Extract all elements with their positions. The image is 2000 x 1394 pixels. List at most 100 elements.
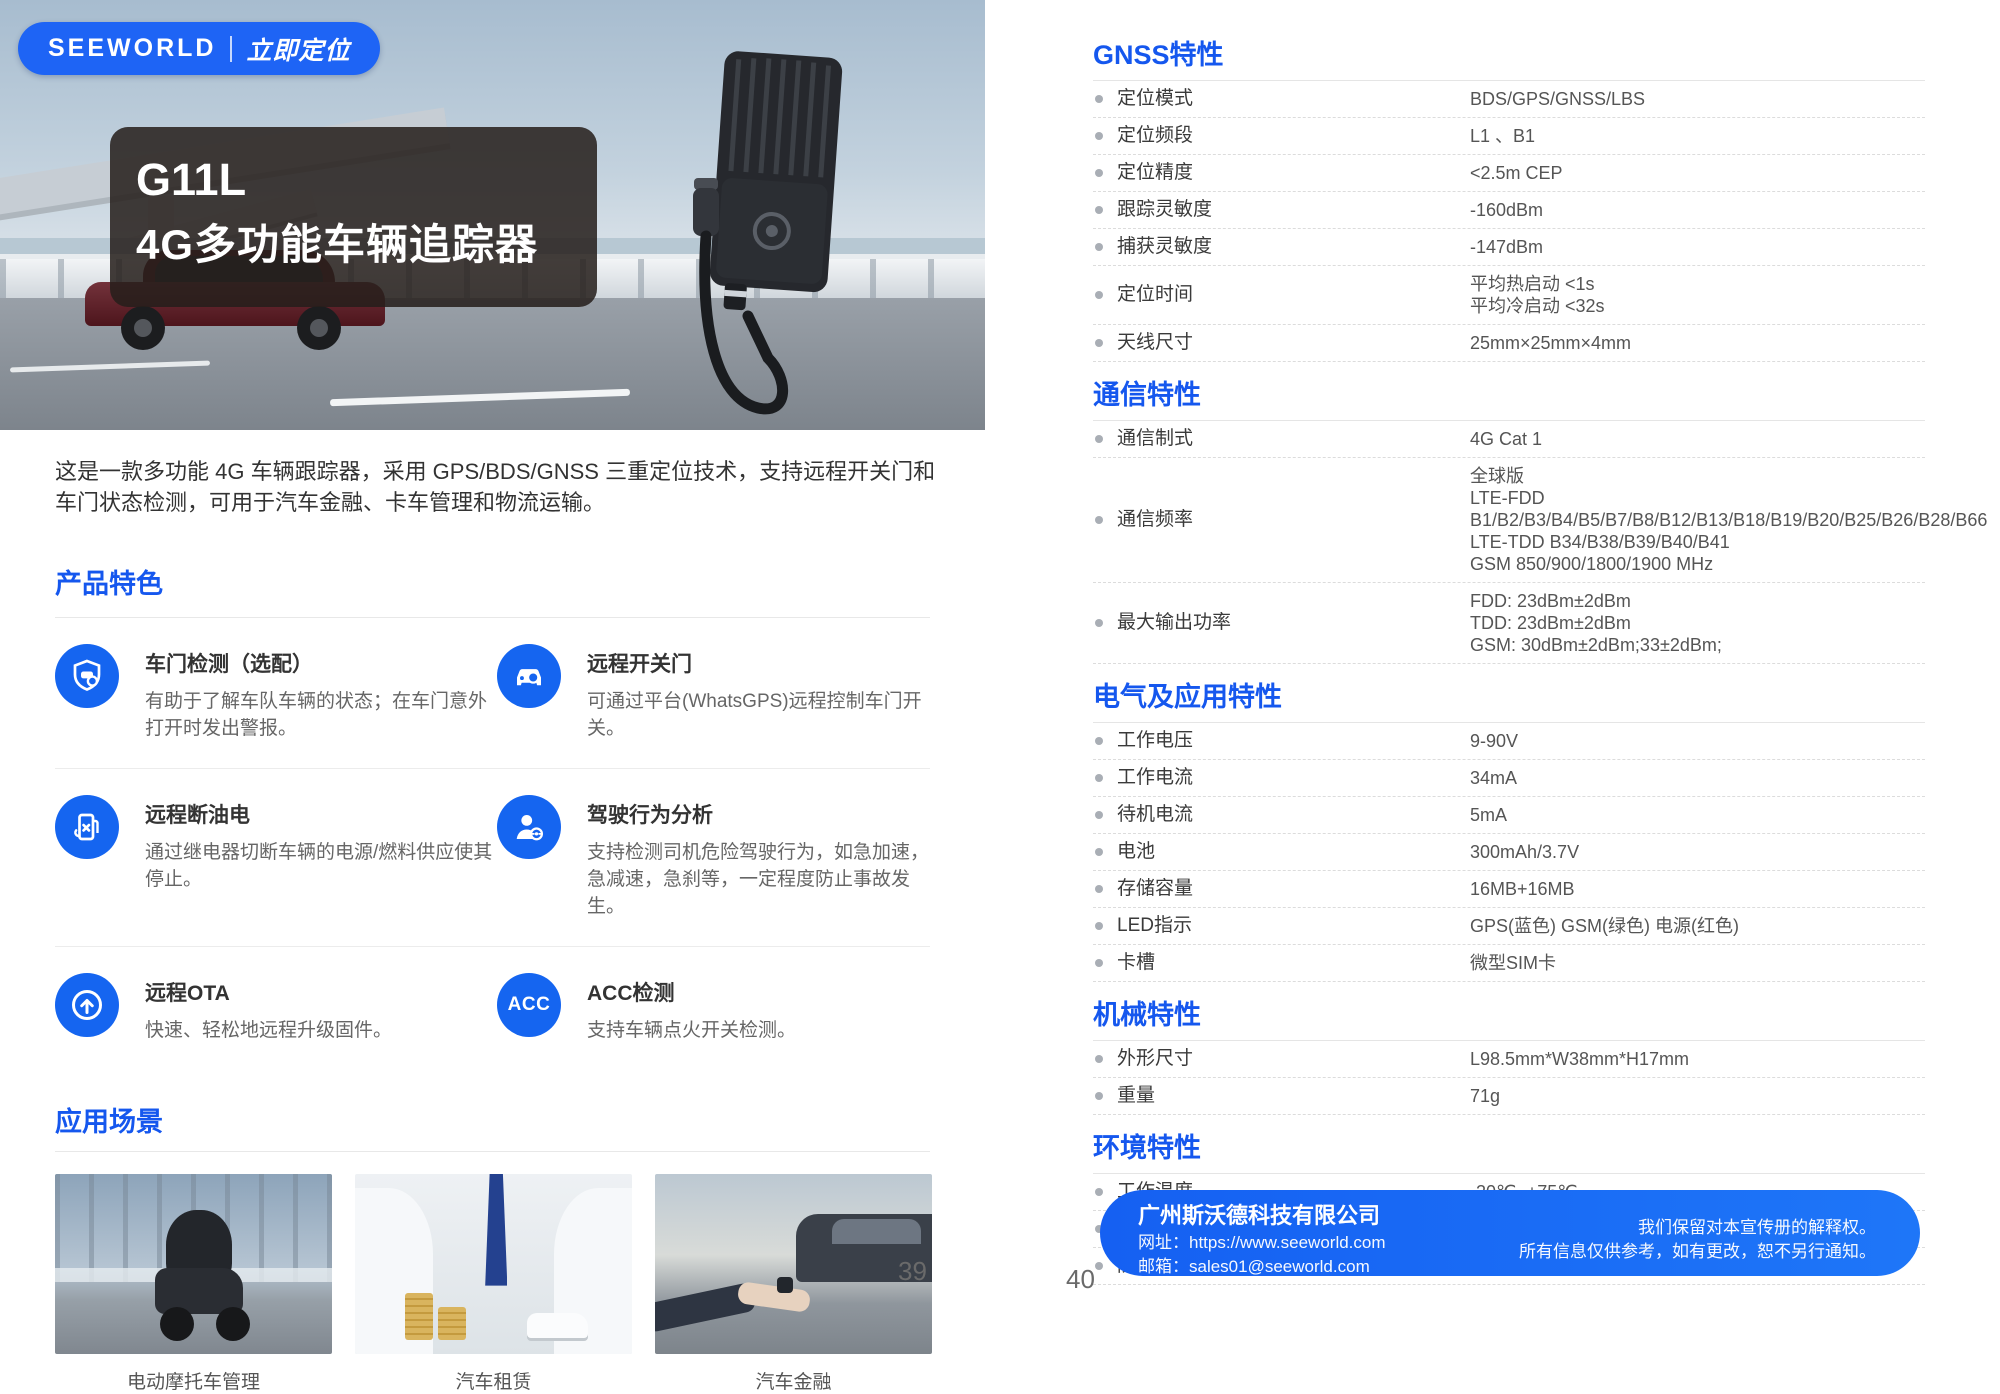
spec-label: 重量	[1117, 1085, 1470, 1107]
spec-row: 待机电流5mA	[1093, 797, 1925, 834]
spec-rows: 外形尺寸L98.5mm*W38mm*H17mm 重量71g	[1093, 1040, 1925, 1115]
bullet-icon	[1095, 1188, 1103, 1196]
feature-text: 远程OTA 快速、轻松地远程升级固件。	[145, 973, 392, 1044]
spec-value: GPS(蓝色) GSM(绿色) 电源(红色)	[1470, 915, 1925, 937]
scenario-image-motorcycle	[55, 1174, 332, 1354]
lane-marking	[10, 361, 210, 373]
spec-value: 16MB+16MB	[1470, 878, 1925, 900]
feature-item: 车门检测（选配） 有助于了解车队车辆的状态；在车门意外打开时发出警报。	[55, 644, 497, 742]
email-link[interactable]: sales01@seeworld.com	[1189, 1257, 1370, 1276]
spec-value: BDS/GPS/GNSS/LBS	[1470, 88, 1925, 110]
page-number-left: 39	[898, 1256, 927, 1287]
feature-title: 驾驶行为分析	[587, 799, 930, 829]
acc-detection-icon: ACC	[497, 973, 561, 1037]
spec-label: 待机电流	[1117, 804, 1470, 826]
feature-title: 远程开关门	[587, 648, 930, 678]
spec-rows: 定位模式BDS/GPS/GNSS/LBS 定位频段L1 、B1 定位精度<2.5…	[1093, 80, 1925, 362]
company-name: 广州斯沃德科技有限公司	[1138, 1203, 1386, 1229]
spec-value: 5mA	[1470, 804, 1925, 826]
page-right-specs: GNSS特性 定位模式BDS/GPS/GNSS/LBS 定位频段L1 、B1 定…	[1093, 40, 1925, 1285]
bullet-icon	[1095, 435, 1103, 443]
spec-label: 定位时间	[1117, 284, 1470, 306]
remote-ota-upload-icon	[55, 973, 119, 1037]
features-grid: 车门检测（选配） 有助于了解车队车辆的状态；在车门意外打开时发出警报。 远程开关…	[55, 618, 930, 1070]
spec-value: 微型SIM卡	[1470, 952, 1925, 974]
section-title: 环境特性	[1093, 1133, 1925, 1163]
scenarios-section-title: 应用场景	[55, 1100, 930, 1152]
hero-banner: SEEWORLD 立即定位 G11L 4G多功能车辆追踪器	[0, 0, 985, 430]
spec-label: 天线尺寸	[1117, 332, 1470, 354]
disclaimer-line: 所有信息仅供参考，如有更改，恕不另行通知。	[1519, 1240, 1876, 1264]
spec-label: 外形尺寸	[1117, 1048, 1470, 1070]
feature-title: 远程断油电	[145, 799, 497, 829]
brand-logo: SEEWORLD 立即定位	[18, 22, 380, 75]
feature-desc: 支持检测司机危险驾驶行为，如急加速，急减速，急刹等，一定程度防止事故发生。	[587, 839, 930, 920]
website-line: 网址：https://www.seeworld.com	[1138, 1233, 1386, 1253]
feature-desc: 支持车辆点火开关检测。	[587, 1017, 796, 1044]
acc-icon-text: ACC	[508, 994, 551, 1016]
spec-value: 全球版 LTE-FDD B1/B2/B3/B4/B5/B7/B8/B12/B13…	[1470, 465, 1987, 575]
scenario-card: 汽车租赁	[355, 1174, 632, 1394]
section-title: GNSS特性	[1093, 40, 1925, 70]
feature-desc: 快速、轻松地远程升级固件。	[145, 1017, 392, 1044]
car-wheel	[297, 306, 341, 350]
spec-value: 4G Cat 1	[1470, 428, 1925, 450]
scenario-image-car-rental	[355, 1174, 632, 1354]
spec-label: 工作电流	[1117, 767, 1470, 789]
bullet-icon	[1095, 339, 1103, 347]
bullet-icon	[1095, 1055, 1103, 1063]
spec-rows: 通信制式4G Cat 1 通信频率全球版 LTE-FDD B1/B2/B3/B4…	[1093, 420, 1925, 664]
section-title: 电气及应用特性	[1093, 682, 1925, 712]
spec-value: 平均热启动 <1s 平均冷启动 <32s	[1470, 273, 1925, 317]
spec-section-gnss: GNSS特性 定位模式BDS/GPS/GNSS/LBS 定位频段L1 、B1 定…	[1093, 40, 1925, 362]
spec-section-mechanical: 机械特性 外形尺寸L98.5mm*W38mm*H17mm 重量71g	[1093, 1000, 1925, 1115]
spec-section-communication: 通信特性 通信制式4G Cat 1 通信频率全球版 LTE-FDD B1/B2/…	[1093, 380, 1925, 664]
feature-item: ACC ACC检测 支持车辆点火开关检测。	[497, 973, 930, 1044]
spec-row: 工作电压9-90V	[1093, 723, 1925, 760]
feature-item: 远程断油电 通过继电器切断车辆的电源/燃料供应使其停止。	[55, 795, 497, 920]
product-title: 4G多功能车辆追踪器	[136, 224, 597, 266]
feature-desc: 可通过平台(WhatsGPS)远程控制车门开关。	[587, 688, 930, 742]
bullet-icon	[1095, 737, 1103, 745]
email-label: 邮箱：	[1138, 1257, 1189, 1276]
remote-fuel-cutoff-icon	[55, 795, 119, 859]
spec-value: 71g	[1470, 1085, 1925, 1107]
spec-value: 300mAh/3.7V	[1470, 841, 1925, 863]
feature-desc: 有助于了解车队车辆的状态；在车门意外打开时发出警报。	[145, 688, 497, 742]
bullet-icon	[1095, 206, 1103, 214]
brand-wordmark: SEEWORLD	[48, 34, 216, 63]
spec-value: FDD: 23dBm±2dBm TDD: 23dBm±2dBm GSM: 30d…	[1470, 590, 1925, 656]
scenario-cards: 电动摩托车管理 汽车租赁 汽车金融	[55, 1174, 930, 1394]
spec-row: 捕获灵敏度-147dBm	[1093, 229, 1925, 266]
spec-row: LED指示GPS(蓝色) GSM(绿色) 电源(红色)	[1093, 908, 1925, 945]
feature-desc: 通过继电器切断车辆的电源/燃料供应使其停止。	[145, 839, 497, 893]
spec-label: LED指示	[1117, 915, 1470, 937]
spec-section-electrical: 电气及应用特性 工作电压9-90V 工作电流34mA 待机电流5mA 电池300…	[1093, 682, 1925, 982]
features-row: 车门检测（选配） 有助于了解车队车辆的状态；在车门意外打开时发出警报。 远程开关…	[55, 618, 930, 768]
bullet-icon	[1095, 95, 1103, 103]
scenario-card: 汽车金融	[655, 1174, 932, 1394]
feature-text: 远程断油电 通过继电器切断车辆的电源/燃料供应使其停止。	[145, 795, 497, 893]
spec-row: 定位精度<2.5m CEP	[1093, 155, 1925, 192]
spec-rows: 工作电压9-90V 工作电流34mA 待机电流5mA 电池300mAh/3.7V…	[1093, 722, 1925, 982]
spec-label: 定位频段	[1117, 125, 1470, 147]
feature-text: 驾驶行为分析 支持检测司机危险驾驶行为，如急加速，急减速，急刹等，一定程度防止事…	[587, 795, 930, 920]
bullet-icon	[1095, 774, 1103, 782]
company-footer: 广州斯沃德科技有限公司 网址：https://www.seeworld.com …	[1100, 1190, 1920, 1276]
page-left: SEEWORLD 立即定位 G11L 4G多功能车辆追踪器 这是一款多功能 4G…	[0, 0, 985, 1334]
bullet-icon	[1095, 959, 1103, 967]
section-title: 通信特性	[1093, 380, 1925, 410]
spec-value: L98.5mm*W38mm*H17mm	[1470, 1048, 1925, 1070]
spec-label: 存储容量	[1117, 878, 1470, 900]
brand-tagline: 立即定位	[246, 31, 350, 67]
feature-title: 远程OTA	[145, 977, 392, 1007]
bullet-icon	[1095, 1262, 1103, 1270]
bullet-icon	[1095, 1092, 1103, 1100]
product-model: G11L	[136, 157, 597, 202]
spec-row: 外形尺寸L98.5mm*W38mm*H17mm	[1093, 1041, 1925, 1078]
feature-title: 车门检测（选配）	[145, 648, 497, 678]
website-link[interactable]: https://www.seeworld.com	[1189, 1233, 1386, 1252]
features-row: 远程断油电 通过继电器切断车辆的电源/燃料供应使其停止。 驾驶行为分析 支持检测…	[55, 768, 930, 946]
features-row: 远程OTA 快速、轻松地远程升级固件。 ACC ACC检测 支持车辆点火开关检测…	[55, 946, 930, 1070]
feature-text: ACC检测 支持车辆点火开关检测。	[587, 973, 796, 1044]
